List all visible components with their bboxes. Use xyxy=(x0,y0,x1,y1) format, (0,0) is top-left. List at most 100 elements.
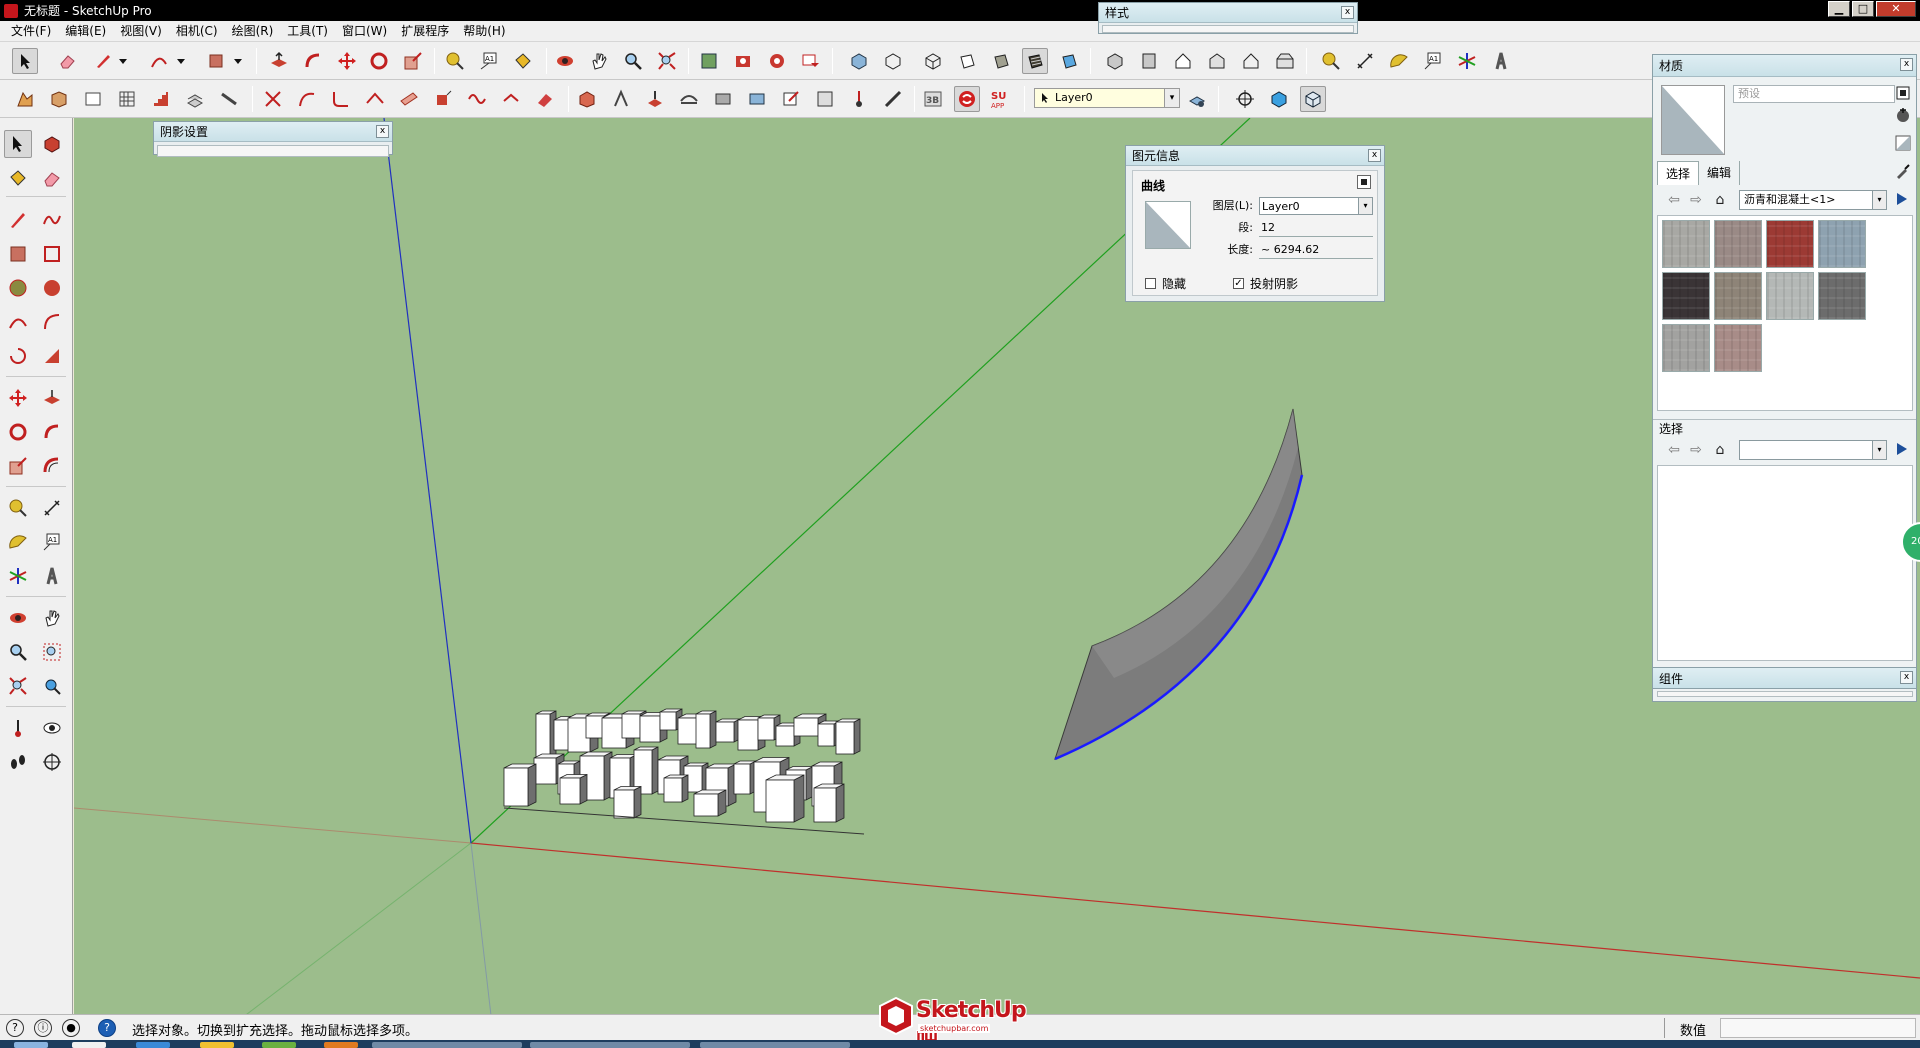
create-material-icon[interactable] xyxy=(1895,107,1911,123)
hidden-checkbox[interactable] xyxy=(1145,278,1156,289)
materials-header[interactable]: 材质 x xyxy=(1653,55,1916,77)
plugin-pin-icon[interactable] xyxy=(846,86,872,112)
menu-draw[interactable]: 绘图(R) xyxy=(225,21,281,41)
taskbar-app-icon[interactable] xyxy=(72,1042,106,1048)
hidden-line-icon[interactable] xyxy=(954,48,980,74)
pie-tool-icon[interactable] xyxy=(4,342,32,370)
axes-tool-icon[interactable] xyxy=(1454,48,1480,74)
iso-view-icon[interactable] xyxy=(1102,48,1128,74)
back-arrow-icon[interactable]: ⇦ xyxy=(1665,191,1683,209)
su-app-icon[interactable]: SU APP xyxy=(988,86,1014,112)
rectangle-tool-icon[interactable] xyxy=(203,48,229,74)
sample-paint-icon[interactable] xyxy=(1895,163,1911,179)
circle-tool-icon[interactable] xyxy=(4,274,32,302)
measurements-input[interactable] xyxy=(1720,1018,1916,1038)
section-plane-icon[interactable] xyxy=(80,86,106,112)
layer-select[interactable]: Layer0 xyxy=(1034,88,1180,108)
zoom-window-icon[interactable] xyxy=(38,638,66,666)
chevron-down-icon[interactable] xyxy=(116,48,130,74)
extrude-icon[interactable] xyxy=(430,86,456,112)
dimension-tool-icon[interactable]: A1 xyxy=(476,48,502,74)
close-icon[interactable]: x xyxy=(1900,671,1913,684)
eraser-red-icon[interactable] xyxy=(532,86,558,112)
menu-file[interactable]: 文件(F) xyxy=(4,21,58,41)
arc-tool-icon[interactable] xyxy=(146,48,172,74)
curve-tool-icon[interactable] xyxy=(294,86,320,112)
3point-arc-icon[interactable] xyxy=(38,342,66,370)
expand-toggle-icon[interactable] xyxy=(1357,175,1371,189)
help-icon[interactable]: ? xyxy=(98,1019,116,1037)
text-tool-icon[interactable]: A1 xyxy=(1420,48,1446,74)
forward-arrow-icon[interactable]: ⇨ xyxy=(1687,191,1705,209)
line-tool-icon[interactable] xyxy=(4,206,32,234)
layer-field[interactable]: Layer0 ▾ xyxy=(1259,197,1373,215)
plugin-bridge-icon[interactable] xyxy=(676,86,702,112)
taskbar-app-icon[interactable] xyxy=(324,1042,358,1048)
position-camera-icon[interactable] xyxy=(1232,86,1258,112)
dimension-icon[interactable] xyxy=(1352,48,1378,74)
chevron-down-icon[interactable]: ▾ xyxy=(1872,441,1886,459)
taskbar-window[interactable] xyxy=(372,1042,522,1048)
path-icon[interactable] xyxy=(464,86,490,112)
plugin-stack-icon[interactable] xyxy=(642,86,668,112)
push-pull-tool-icon[interactable] xyxy=(266,48,292,74)
select-tool-icon[interactable] xyxy=(12,48,38,74)
taskbar-window[interactable] xyxy=(530,1042,690,1048)
component-white-icon[interactable] xyxy=(1300,86,1326,112)
move-tool-icon[interactable] xyxy=(334,48,360,74)
start-icon[interactable] xyxy=(14,1042,48,1048)
plugin-edit-icon[interactable] xyxy=(778,86,804,112)
cast-shadow-checkbox[interactable]: ✓ xyxy=(1233,278,1244,289)
home-icon[interactable]: ⌂ xyxy=(1711,191,1729,209)
plugin-box-icon[interactable] xyxy=(574,86,600,112)
back-view-icon[interactable] xyxy=(1238,48,1264,74)
components-header[interactable]: 组件 x xyxy=(1652,667,1917,689)
plugin-blue-icon[interactable] xyxy=(744,86,770,112)
back-edges-icon[interactable] xyxy=(880,48,906,74)
details-arrow-icon[interactable] xyxy=(1895,191,1911,209)
zoom-extents-icon[interactable] xyxy=(4,672,32,700)
offset-tool-icon[interactable] xyxy=(38,452,66,480)
material-swatch[interactable] xyxy=(1766,220,1814,268)
menu-extensions[interactable]: 扩展程序 xyxy=(394,21,456,41)
scene-canvas[interactable] xyxy=(74,118,1920,1024)
pan-tool-icon[interactable] xyxy=(38,604,66,632)
2point-arc-icon[interactable] xyxy=(38,308,66,336)
close-icon[interactable]: x xyxy=(1341,6,1354,19)
tape-measure-icon[interactable] xyxy=(442,48,468,74)
orbit-tool-icon[interactable] xyxy=(4,604,32,632)
roof-icon[interactable] xyxy=(362,86,388,112)
section-plane-icon[interactable] xyxy=(38,748,66,776)
material-name-field[interactable]: 预设 xyxy=(1733,85,1895,103)
rotate-tool-icon[interactable] xyxy=(4,418,32,446)
home-icon[interactable]: ⌂ xyxy=(1711,441,1729,459)
grid-icon[interactable] xyxy=(114,86,140,112)
plugin-knife-icon[interactable] xyxy=(880,86,906,112)
scale-tool-icon[interactable] xyxy=(4,452,32,480)
cast-shadow-checkbox-row[interactable]: ✓ 投射阴影 xyxy=(1233,275,1298,292)
eraser-tool-icon[interactable] xyxy=(54,48,80,74)
menu-view[interactable]: 视图(V) xyxy=(113,21,169,41)
secondary-library-select[interactable]: ▾ xyxy=(1739,440,1887,460)
menu-edit[interactable]: 编辑(E) xyxy=(58,21,113,41)
offset-icon[interactable] xyxy=(396,86,422,112)
forward-arrow-icon[interactable]: ⇨ xyxy=(1687,441,1705,459)
chevron-down-icon[interactable]: ▾ xyxy=(1872,191,1886,209)
hidden-checkbox-row[interactable]: 隐藏 xyxy=(1145,275,1186,292)
polygon-tool-icon[interactable] xyxy=(38,274,66,302)
chevron-down-icon[interactable]: ▾ xyxy=(1358,198,1372,214)
layer-manager-icon[interactable] xyxy=(1184,86,1210,112)
layer-dropdown-button[interactable]: ▾ xyxy=(1164,89,1179,107)
orbit-tool-icon[interactable] xyxy=(552,48,578,74)
close-icon[interactable]: x xyxy=(376,125,389,138)
front-view-icon[interactable] xyxy=(1170,48,1196,74)
freehand-tool-icon[interactable] xyxy=(38,206,66,234)
warehouse-icon[interactable] xyxy=(696,48,722,74)
get-models-icon[interactable] xyxy=(730,48,756,74)
length-field[interactable]: ~ 6294.62 xyxy=(1259,241,1373,259)
follow-me-tool-icon[interactable] xyxy=(300,48,326,74)
left-view-icon[interactable] xyxy=(1272,48,1298,74)
tape-measure-icon[interactable] xyxy=(4,494,32,522)
weld-icon[interactable] xyxy=(498,86,524,112)
segments-field[interactable]: 12 xyxy=(1259,219,1373,237)
